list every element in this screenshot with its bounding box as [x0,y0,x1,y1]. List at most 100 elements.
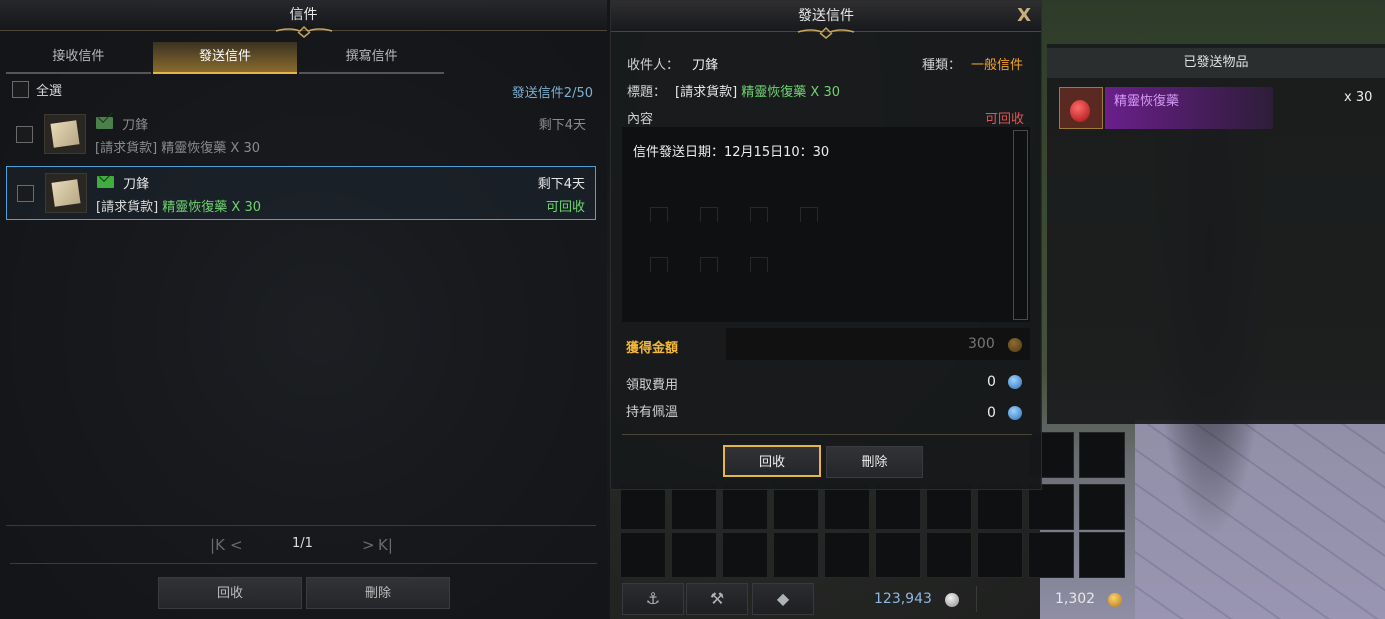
row-status: 可回收 [545,200,585,215]
last-page-icon[interactable]: K| [378,536,393,554]
row-subject: [請求貨款] 精靈恢復藥 X 30 [96,196,261,215]
held-label: 持有佩溫 [626,405,679,420]
sent-count: 發送信件2/50 [511,86,593,101]
item-name: 精靈恢復藥 [1114,94,1180,109]
delete-button[interactable]: 刪除 [306,577,450,609]
next-page-icon[interactable]: > [362,536,375,554]
inventory-slot[interactable] [773,484,819,530]
inventory-slot[interactable] [1028,484,1074,530]
subject-item: 精靈恢復藥 X 30 [741,85,841,100]
mail-row-selected[interactable]: 刀鋒 [請求貨款] 精靈恢復藥 X 30 剩下4天 可回收 [6,166,596,220]
gold-coin-icon [1008,337,1022,352]
row-subject-item: 精靈恢復藥 X 30 [162,200,262,215]
content-scrollbar[interactable] [1013,130,1028,320]
mail-tabs: 接收信件 發送信件 撰寫信件 [6,42,446,74]
row-days-left: 剩下4天 [537,177,585,192]
tab-compose[interactable]: 撰寫信件 [299,42,445,74]
select-all-label: 全選 [36,84,63,99]
pager: |K < 1/1 > K| [210,536,400,556]
inventory-slot[interactable] [722,484,768,530]
subject-label: 標題： [627,85,667,100]
title-ornament-icon [275,25,332,38]
currency-divider [976,586,977,612]
row-subject-prefix: [請求貨款] [95,141,158,156]
hammer-icon[interactable]: ⚒ [686,583,748,615]
ghost-house-icon [750,257,768,272]
inventory-slot[interactable] [773,532,819,578]
ghost-house-icon [650,207,668,222]
gold-amount: 1,302 [1055,591,1096,607]
close-icon[interactable]: X [1017,5,1031,26]
inventory-slot[interactable] [620,484,666,530]
list-divider [6,525,596,526]
select-all-checkbox[interactable] [12,81,29,98]
page-number: 1/1 [292,536,313,551]
amount-value: 300 [968,336,995,352]
blue-coin-icon [1008,405,1022,420]
recipient-label: 收件人： [627,58,680,73]
row-checkbox[interactable] [17,185,34,202]
detail-reclaim-button[interactable]: 回收 [723,445,821,477]
inventory-slot[interactable] [722,532,768,578]
anchor-icon[interactable]: ⚓ [622,583,684,615]
title-ornament-icon [797,26,855,39]
row-checkbox[interactable] [16,126,33,143]
inventory-slot[interactable] [824,532,870,578]
mail-row[interactable]: 刀鋒 [請求貨款] 精靈恢復藥 X 30 剩下4天 [6,108,596,162]
ghost-house-icon [650,257,668,272]
envelope-icon [96,117,113,129]
envelope-icon [97,176,114,188]
recipient-value: 刀鋒 [692,58,719,73]
subject-value: [請求貨款] 精靈恢復藥 X 30 [675,81,840,100]
inventory-slot[interactable] [1028,532,1074,578]
tab-received[interactable]: 接收信件 [6,42,151,74]
mail-window: 信件 接收信件 發送信件 撰寫信件 全選 發送信件2/50 刀鋒 [請求貨款] … [0,0,607,619]
held-value: 0 [987,405,996,421]
fee-value: 0 [987,374,996,390]
select-all[interactable]: 全選 [12,80,62,99]
inventory-slot[interactable] [671,532,717,578]
blue-coin-icon [1008,374,1022,389]
inventory-slot[interactable] [926,532,972,578]
tab-sent[interactable]: 發送信件 [152,42,298,74]
inventory-slot[interactable] [824,484,870,530]
prev-page-icon[interactable]: < [230,536,243,554]
row-subject-item: 精靈恢復藥 X 30 [161,141,261,156]
ghost-house-icon [750,207,768,222]
inventory-slot[interactable] [875,532,921,578]
subject-prefix: [請求貨款] [675,85,738,100]
inventory-slot[interactable] [1079,432,1125,478]
inventory-slot[interactable] [977,484,1023,530]
silver-coin-icon [945,592,959,607]
content-text: 信件發送日期：12月15日10：30 [633,145,830,160]
type-label: 種類： [922,58,962,73]
sent-items-title: 已發送物品 [1047,48,1385,78]
gem-icon[interactable]: ◆ [752,583,814,615]
inventory-slot[interactable] [1079,484,1125,530]
first-page-icon[interactable]: |K [210,536,225,554]
letter-icon [45,173,87,213]
row-subject-prefix: [請求貨款] [96,200,159,215]
content-label: 內容 [627,112,654,127]
silver-amount: 123,943 [874,591,932,607]
reclaimable-badge: 可回收 [985,112,1025,127]
inventory-slot[interactable] [620,532,666,578]
fee-label: 領取費用 [626,378,679,393]
ghost-house-icon [800,207,818,222]
ghost-house-icon [700,257,718,272]
inventory-slot[interactable] [977,532,1023,578]
potion-icon[interactable] [1059,87,1103,129]
row-sender: 刀鋒 [123,177,150,192]
reclaim-button[interactable]: 回收 [158,577,302,609]
letter-icon [44,114,86,154]
type-value: 一般信件 [971,58,1024,73]
inventory-slot[interactable] [926,484,972,530]
detail-delete-button[interactable]: 刪除 [826,446,923,478]
inventory-slot[interactable] [1079,532,1125,578]
inventory-slot[interactable] [875,484,921,530]
gold-coin-icon [1108,592,1122,607]
detail-divider [622,434,1032,435]
ghost-house-icon [700,207,718,222]
row-days-left: 剩下4天 [538,118,586,133]
inventory-slot[interactable] [671,484,717,530]
